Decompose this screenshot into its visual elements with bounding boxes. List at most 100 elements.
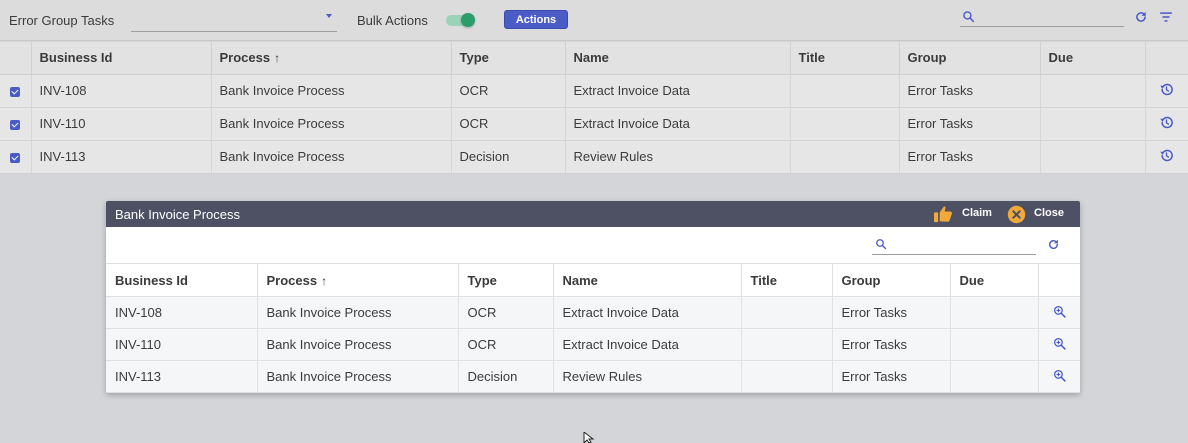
column-header-due[interactable]: Due xyxy=(950,263,1039,297)
column-header-group[interactable]: Group xyxy=(899,42,1041,75)
row-checkbox-cell[interactable] xyxy=(0,107,32,141)
column-header-due[interactable]: Due xyxy=(1040,42,1146,75)
dialog-search-input[interactable] xyxy=(892,236,1032,252)
table-row[interactable]: INV-113 Bank Invoice Process Decision Re… xyxy=(106,360,1080,393)
bulk-actions-label: Bulk Actions xyxy=(357,13,428,28)
column-header-process[interactable]: Process ↑ xyxy=(211,42,452,75)
cell-group: Error Tasks xyxy=(899,107,1041,141)
table-row[interactable]: INV-108 Bank Invoice Process OCR Extract… xyxy=(106,296,1080,329)
checkbox-checked-icon[interactable] xyxy=(10,119,21,130)
row-action-cell xyxy=(1145,74,1188,108)
cell-due xyxy=(950,296,1039,329)
row-checkbox-cell[interactable] xyxy=(0,74,32,108)
cell-business-id: INV-113 xyxy=(31,140,212,174)
zoom-in-icon[interactable] xyxy=(1053,369,1066,382)
cell-name: Review Rules xyxy=(553,360,742,393)
column-header-title[interactable]: Title xyxy=(790,42,900,75)
cell-group: Error Tasks xyxy=(832,360,951,393)
filter-list-icon[interactable] xyxy=(1159,11,1173,23)
checkbox-checked-icon[interactable] xyxy=(10,86,21,97)
column-header-group[interactable]: Group xyxy=(832,263,951,297)
cell-title xyxy=(790,140,900,174)
dialog-header: Bank Invoice Process Claim Close xyxy=(106,201,1080,227)
column-header-name[interactable]: Name xyxy=(565,42,791,75)
filter-label: Error Group Tasks xyxy=(9,13,115,28)
cell-name: Extract Invoice Data xyxy=(553,328,742,361)
search-field[interactable] xyxy=(960,7,1124,27)
search-icon xyxy=(876,239,887,250)
zoom-in-icon[interactable] xyxy=(1053,337,1066,350)
cell-process: Bank Invoice Process xyxy=(257,360,459,393)
dialog-search-field[interactable] xyxy=(872,234,1036,255)
toolbar: Error Group Tasks Bulk Actions Actions xyxy=(0,0,1188,41)
cell-business-id: INV-108 xyxy=(31,74,212,108)
row-action-cell xyxy=(1145,140,1188,174)
cell-name: Extract Invoice Data xyxy=(565,107,791,141)
claim-label: Claim xyxy=(962,207,992,219)
search-input[interactable] xyxy=(980,8,1120,24)
mouse-cursor-icon xyxy=(583,432,595,443)
column-header-process[interactable]: Process ↑ xyxy=(257,263,459,297)
refresh-icon[interactable] xyxy=(1134,10,1148,24)
cell-process: Bank Invoice Process xyxy=(257,296,459,329)
close-circle-icon xyxy=(1007,205,1026,224)
column-header-title[interactable]: Title xyxy=(741,263,833,297)
row-action-cell xyxy=(1038,296,1080,329)
group-dropdown[interactable] xyxy=(131,10,337,32)
cell-type: Decision xyxy=(458,360,554,393)
table-row[interactable]: INV-113 Bank Invoice Process Decision Re… xyxy=(0,140,1188,174)
caret-down-icon xyxy=(326,14,332,18)
dialog-title: Bank Invoice Process xyxy=(115,207,241,222)
table-header-row: Business Id Process ↑ Type Name Title Gro… xyxy=(0,42,1188,75)
table-header-row: Business Id Process ↑ Type Name Title Gro… xyxy=(106,263,1080,297)
sort-ascending-icon: ↑ xyxy=(321,273,328,288)
row-action-cell xyxy=(1038,328,1080,361)
checkbox-checked-icon[interactable] xyxy=(10,152,21,163)
task-grid: Business Id Process ↑ Type Name Title Gro… xyxy=(0,42,1188,174)
row-action-cell xyxy=(1038,360,1080,393)
cell-business-id: INV-108 xyxy=(106,296,258,329)
cell-type: OCR xyxy=(451,74,566,108)
history-icon[interactable] xyxy=(1159,115,1174,130)
toggle-thumb xyxy=(461,13,475,27)
zoom-in-icon[interactable] xyxy=(1053,305,1066,318)
row-action-cell xyxy=(1145,107,1188,141)
cell-name: Review Rules xyxy=(565,140,791,174)
column-header-business-id[interactable]: Business Id xyxy=(31,42,212,75)
cell-process: Bank Invoice Process xyxy=(211,140,452,174)
cell-business-id: INV-110 xyxy=(31,107,212,141)
column-header-name[interactable]: Name xyxy=(553,263,742,297)
history-icon[interactable] xyxy=(1159,148,1174,163)
cell-title xyxy=(741,328,833,361)
actions-button[interactable]: Actions xyxy=(504,10,568,29)
cell-due xyxy=(1040,74,1146,108)
close-label: Close xyxy=(1034,207,1064,219)
process-dialog: Bank Invoice Process Claim Close Busines… xyxy=(106,201,1080,393)
search-icon xyxy=(963,11,975,23)
cell-type: OCR xyxy=(458,296,554,329)
cell-title xyxy=(741,296,833,329)
cell-business-id: INV-110 xyxy=(106,328,258,361)
row-checkbox-cell[interactable] xyxy=(0,140,32,174)
thumbs-up-icon xyxy=(934,206,952,223)
cell-type: OCR xyxy=(451,107,566,141)
column-header-business-id[interactable]: Business Id xyxy=(106,263,258,297)
bulk-actions-toggle[interactable] xyxy=(446,13,476,27)
table-row[interactable]: INV-108 Bank Invoice Process OCR Extract… xyxy=(0,74,1188,108)
actions-column-header xyxy=(1145,42,1188,75)
dialog-task-grid: Business Id Process ↑ Type Name Title Gro… xyxy=(106,263,1080,393)
table-row[interactable]: INV-110 Bank Invoice Process OCR Extract… xyxy=(0,107,1188,141)
cell-title xyxy=(790,74,900,108)
refresh-icon[interactable] xyxy=(1047,238,1060,251)
select-column-header[interactable] xyxy=(0,42,32,75)
column-header-type[interactable]: Type xyxy=(451,42,566,75)
cell-title xyxy=(741,360,833,393)
cell-due xyxy=(950,328,1039,361)
column-header-type[interactable]: Type xyxy=(458,263,554,297)
cell-business-id: INV-113 xyxy=(106,360,258,393)
table-row[interactable]: INV-110 Bank Invoice Process OCR Extract… xyxy=(106,328,1080,361)
cell-group: Error Tasks xyxy=(899,140,1041,174)
cell-process: Bank Invoice Process xyxy=(211,74,452,108)
history-icon[interactable] xyxy=(1159,82,1174,97)
cell-process: Bank Invoice Process xyxy=(257,328,459,361)
